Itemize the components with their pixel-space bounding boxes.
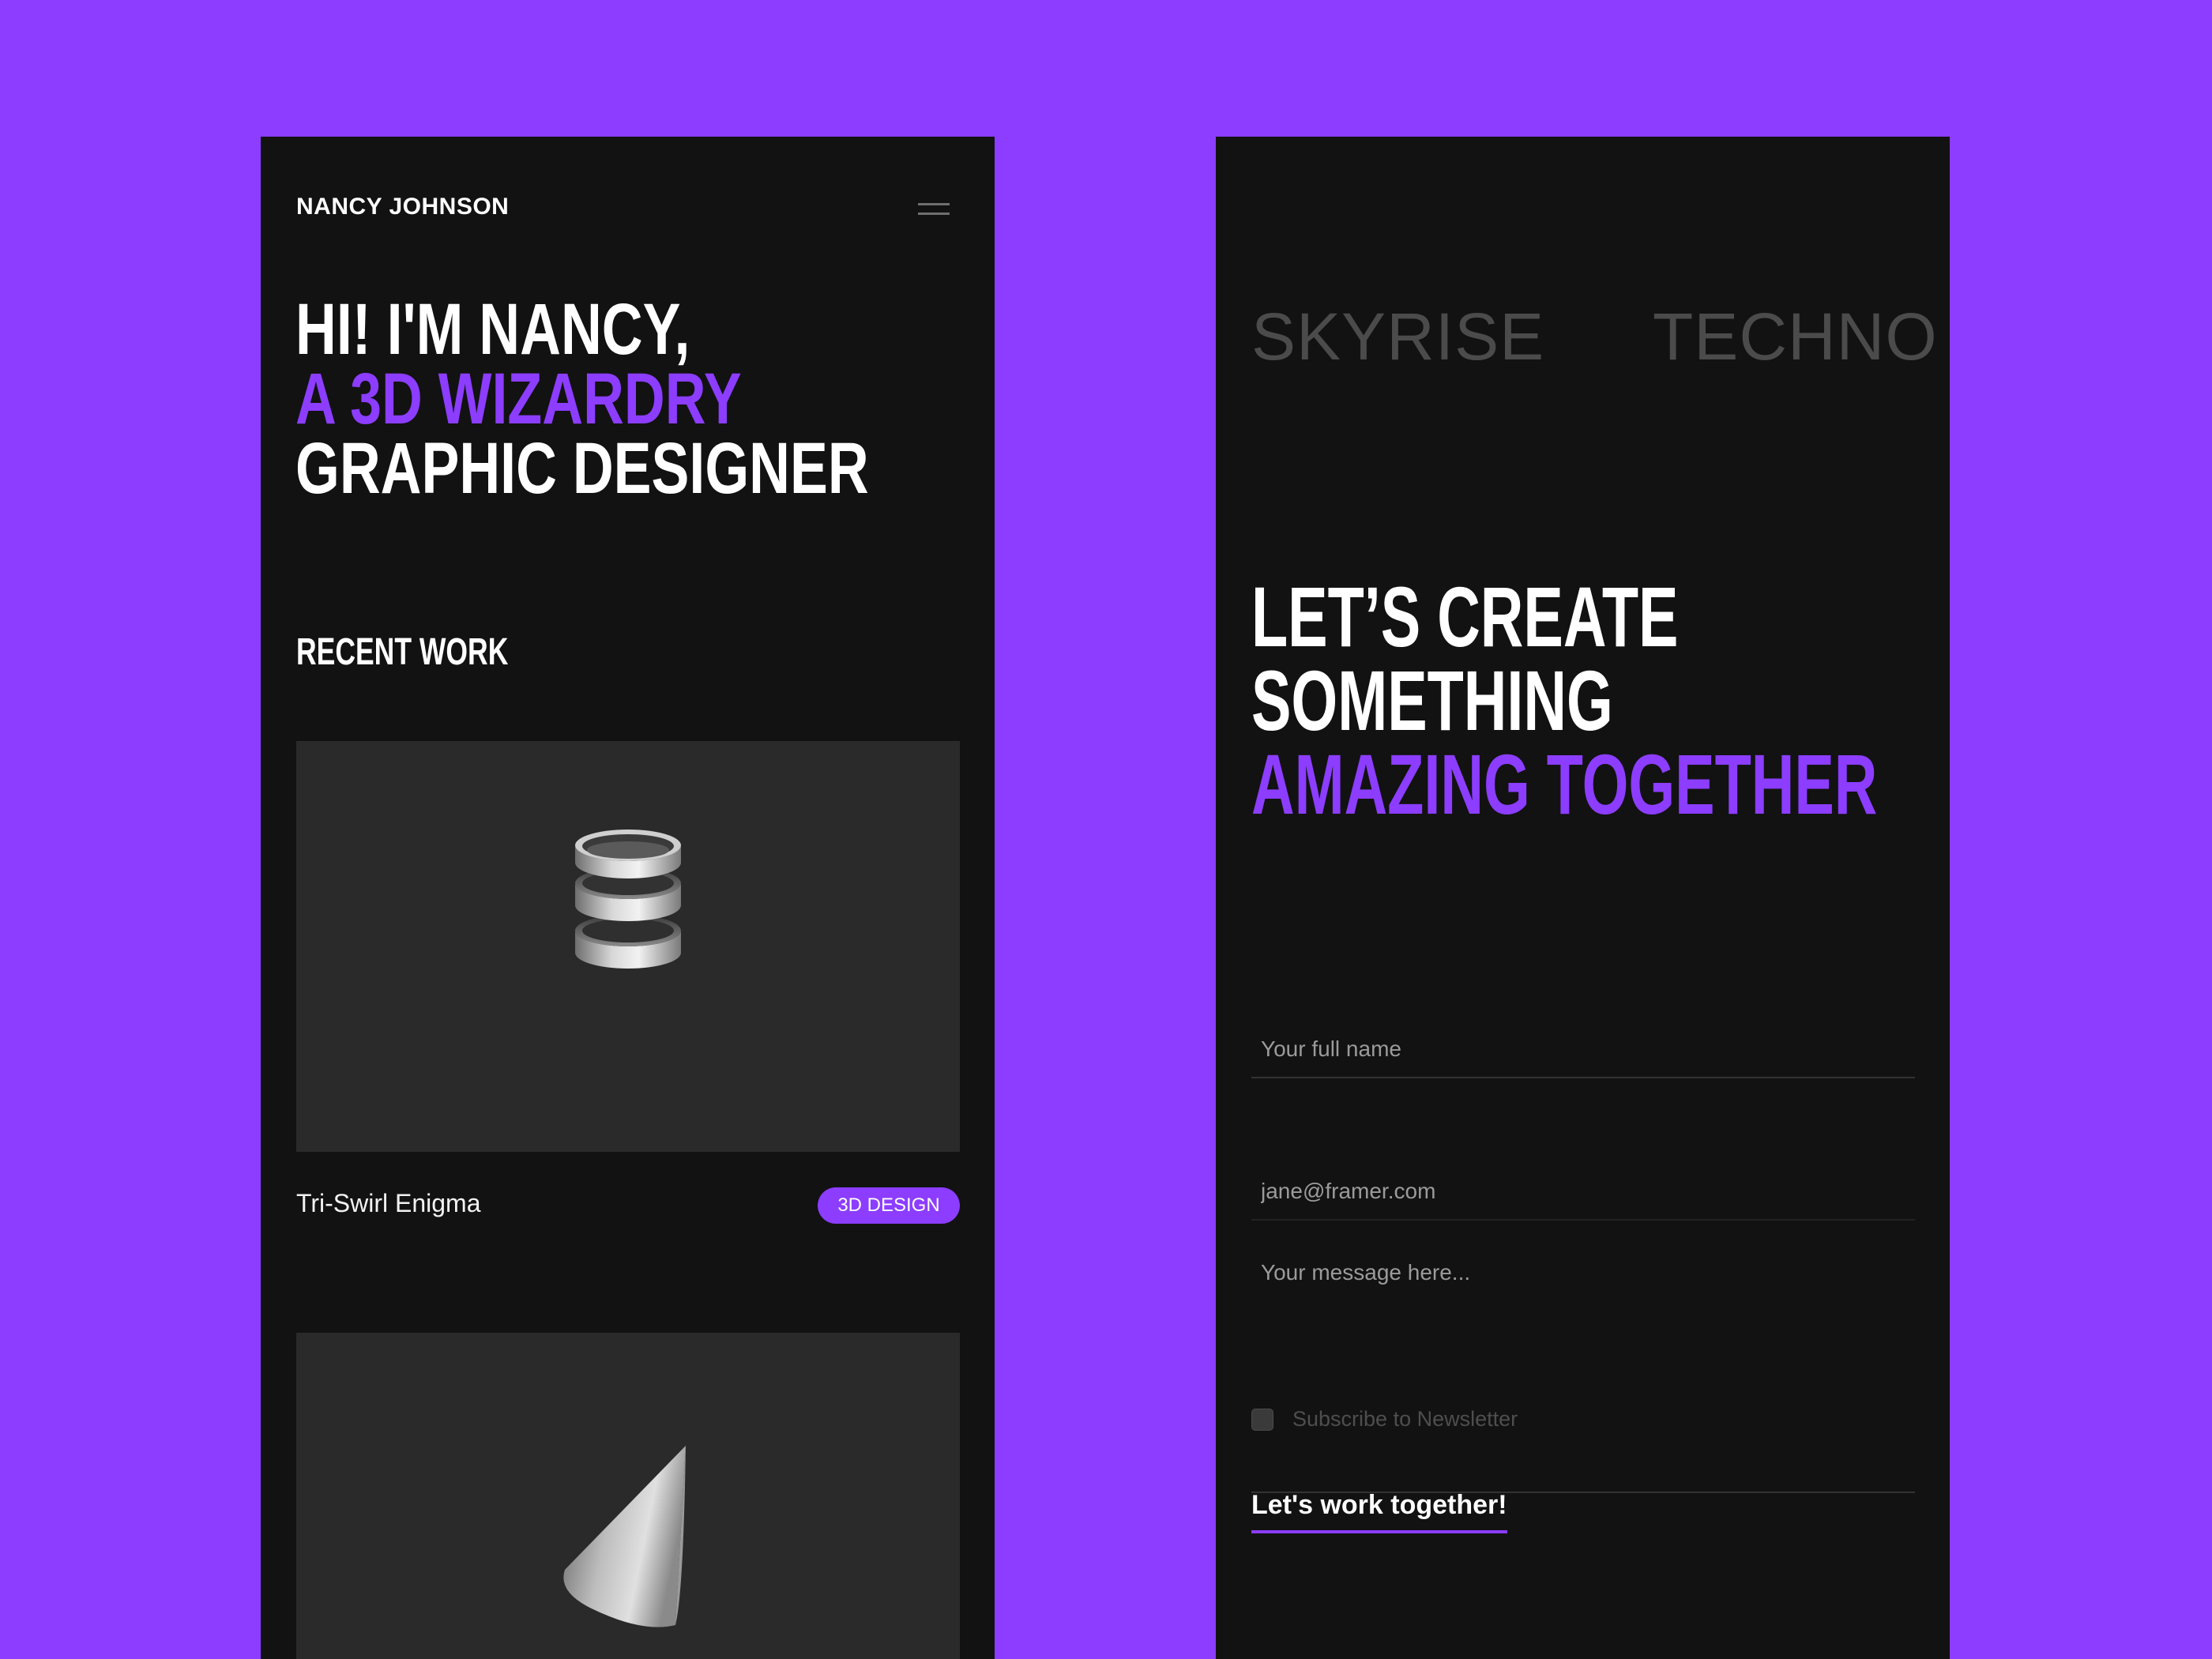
submit-button[interactable]: Let's work together!: [1251, 1490, 1507, 1533]
contact-heading-line-2: SOMETHING: [1251, 653, 1613, 748]
newsletter-label: Subscribe to Newsletter: [1292, 1407, 1518, 1431]
recent-work-title: RECENT WORK: [296, 631, 509, 673]
message-textarea[interactable]: [1251, 1239, 1915, 1493]
contact-heading-line-3: AMAZING TOGETHER: [1251, 736, 1878, 832]
hero-line-3: GRAPHIC DESIGNER: [295, 428, 869, 509]
hero-line-1: HI! I'M NANCY,: [295, 289, 690, 370]
marquee-item: TECHNO: [1653, 299, 1938, 374]
newsletter-option[interactable]: Subscribe to Newsletter: [1251, 1407, 1518, 1431]
email-input[interactable]: [1251, 1164, 1915, 1221]
contact-screen: SKYRISE TECHNO LET’S CREATE SOMETHING AM…: [1216, 137, 1950, 1659]
brand-name[interactable]: NANCY JOHNSON: [296, 194, 509, 220]
hero-line-2: A 3D WIZARDRY: [295, 359, 742, 439]
work-card-image[interactable]: [296, 1333, 960, 1659]
triple-ring-stack-render: [575, 830, 681, 969]
work-category-tag[interactable]: 3D DESIGN: [818, 1187, 960, 1224]
work-card-image[interactable]: [296, 741, 960, 1152]
marquee-item: SKYRISE: [1251, 299, 1545, 374]
contact-heading-line-1: LET’S CREATE: [1251, 569, 1679, 664]
home-screen: NANCY JOHNSON HI! I'M NANCY, A 3D WIZARD…: [261, 137, 995, 1659]
full-name-input[interactable]: [1251, 1021, 1915, 1078]
newsletter-checkbox[interactable]: [1251, 1408, 1273, 1431]
hero-heading: HI! I'M NANCY, A 3D WIZARDRY GRAPHIC DES…: [295, 289, 869, 509]
cone-render: [563, 1446, 686, 1627]
work-title[interactable]: Tri-Swirl Enigma: [296, 1189, 481, 1218]
contact-heading: LET’S CREATE SOMETHING AMAZING TOGETHER: [1251, 569, 1878, 832]
hamburger-menu-icon[interactable]: [918, 197, 950, 220]
